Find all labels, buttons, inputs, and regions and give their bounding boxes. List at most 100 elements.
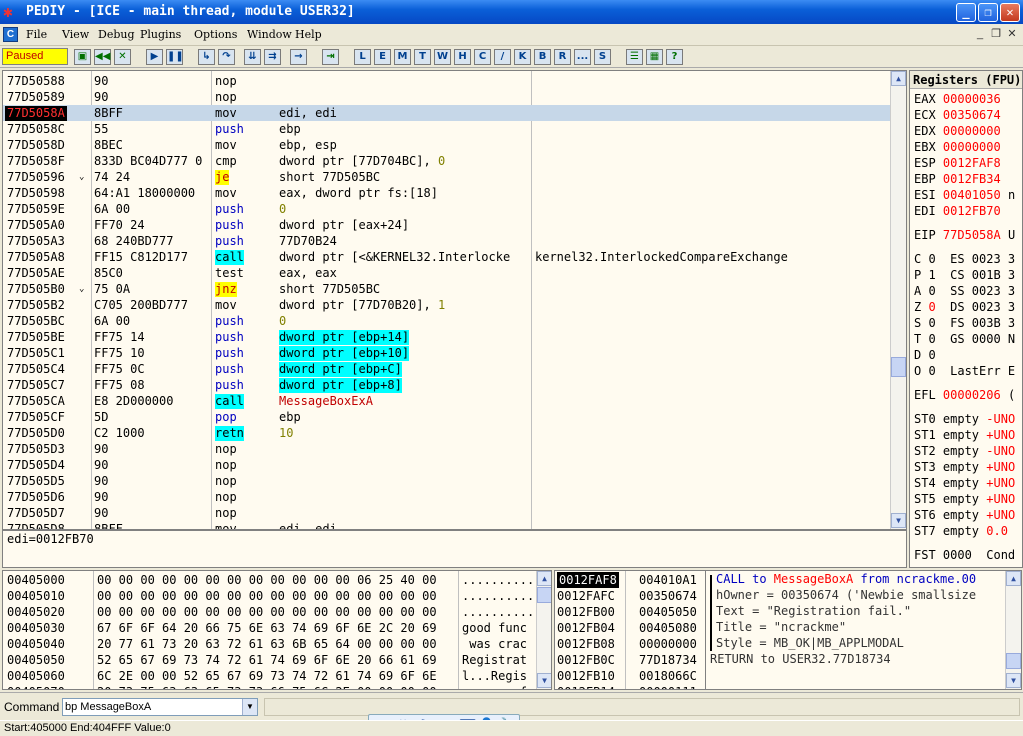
trace-over-icon[interactable]: ⇉ — [264, 49, 281, 65]
stack-address[interactable]: 0012FAF8 — [557, 572, 619, 588]
mdi-minimize-button[interactable]: _ — [972, 26, 988, 42]
stack-address[interactable]: 0012FB04 — [557, 620, 615, 636]
stack-address[interactable]: 0012FAFC — [557, 588, 615, 604]
disasm-row[interactable]: 77D5058D 8BEC mov ebp, esp — [3, 137, 891, 153]
disasm-row[interactable]: 77D505D7 90 nop — [3, 505, 891, 521]
toolbar-slash-button[interactable]: / — [494, 49, 511, 65]
goto-icon[interactable]: ⇥ — [322, 49, 339, 65]
stack-address[interactable]: 0012FB0C — [557, 652, 615, 668]
disasm-row[interactable]: 77D505D0 C2 1000 retn 10 — [3, 425, 891, 441]
command-dropdown-icon[interactable]: ▼ — [242, 699, 257, 715]
pause-icon[interactable]: ❚❚ — [166, 49, 184, 65]
disassembly-pane[interactable]: 77D50588 90 nop 77D50589 90 nop 77D5058A 8BFF mo… — [2, 70, 907, 530]
fpu-row[interactable]: ST5 empty +UNO — [914, 491, 1015, 507]
disasm-row[interactable]: 77D505A8 FF15 C812D177 call dword ptr [<&KE… — [3, 249, 891, 265]
disasm-row[interactable]: 77D505A0 FF70 24 push dword ptr [eax+24] — [3, 217, 891, 233]
stack-scroll-down-icon[interactable]: ▼ — [1006, 673, 1021, 688]
disasm-row[interactable]: 77D505D6 90 nop — [3, 489, 891, 505]
fpu-row[interactable]: ST4 empty +UNO — [914, 475, 1015, 491]
stack-address[interactable]: 0012FB08 — [557, 636, 615, 652]
toolbar-dots-button[interactable]: ... — [574, 49, 591, 65]
disasm-row[interactable]: 77D505C4 FF75 0C push dword ptr [ebp+C] — [3, 361, 891, 377]
restart-icon[interactable]: ◀◀ — [94, 49, 111, 65]
disasm-row[interactable]: 77D505AE 85C0 test eax, eax — [3, 265, 891, 281]
toolbar-S-button[interactable]: S — [594, 49, 611, 65]
command-input[interactable]: bp MessageBoxA — [62, 698, 258, 716]
disasm-row[interactable]: 77D5058C 55 push ebp — [3, 121, 891, 137]
stack-address[interactable]: 0012FB00 — [557, 604, 615, 620]
grid-icon[interactable]: ▦ — [646, 49, 663, 65]
toolbar-H-button[interactable]: H — [454, 49, 471, 65]
fpu-row[interactable]: ST3 empty +UNO — [914, 459, 1015, 475]
flag-row[interactable]: Z 0 DS 0023 3 — [914, 299, 1015, 315]
disasm-row[interactable]: 77D505BC 6A 00 push 0 — [3, 313, 891, 329]
hex-dump-pane[interactable]: 00405000 00 00 00 00 00 00 00 00 00 00 00… — [2, 570, 552, 690]
disasm-row[interactable]: 77D50596 ⌄ 74 24 je short 77D505BC — [3, 169, 891, 185]
trace-into-icon[interactable]: ⇊ — [244, 49, 261, 65]
close-button[interactable]: ✕ — [1000, 3, 1020, 22]
registers-pane[interactable]: Registers (FPU) EAX 00000036 ECX 0035067… — [909, 70, 1023, 568]
menu-plugins[interactable]: Plugins — [140, 28, 181, 41]
dump-scroll-up-icon[interactable]: ▲ — [537, 571, 551, 586]
disasm-row[interactable]: 77D505D8 8BFF mov edi, edi — [3, 521, 891, 529]
toolbar-C-button[interactable]: C — [474, 49, 491, 65]
register-row[interactable]: EBP 0012FB34 — [914, 171, 1008, 187]
menu-debug[interactable]: Debug — [98, 28, 135, 41]
dump-scrollbar[interactable]: ▲ ▼ — [536, 571, 551, 689]
disasm-row[interactable]: 77D505B0 ⌄ 75 0A jnz short 77D505BC — [3, 281, 891, 297]
flag-row[interactable]: C 0 ES 0023 3 — [914, 251, 1015, 267]
disasm-row[interactable]: 77D50589 90 nop — [3, 89, 891, 105]
minimize-button[interactable]: _ — [956, 3, 976, 22]
toolbar-M-button[interactable]: M — [394, 49, 411, 65]
disasm-row[interactable]: 77D505CF 5D pop ebp — [3, 409, 891, 425]
register-row[interactable]: EBX 00000000 — [914, 139, 1008, 155]
fpu-row[interactable]: ST1 empty +UNO — [914, 427, 1015, 443]
stack-address[interactable]: 0012FB10 — [557, 668, 615, 684]
toolbar-W-button[interactable]: W — [434, 49, 451, 65]
register-row[interactable]: EDI 0012FB70 — [914, 203, 1008, 219]
execute-till-return-icon[interactable]: → — [290, 49, 307, 65]
step-over-icon[interactable]: ↷ — [218, 49, 235, 65]
list-icon[interactable]: ☰ — [626, 49, 643, 65]
maximize-button[interactable]: ❐ — [978, 3, 998, 22]
toolbar-K-button[interactable]: K — [514, 49, 531, 65]
menu-file[interactable]: File — [26, 28, 47, 41]
register-row[interactable]: ESP 0012FAF8 — [914, 155, 1008, 171]
flag-row[interactable]: O 0 LastErr E — [914, 363, 1015, 379]
stack-scroll-up-icon[interactable]: ▲ — [1006, 571, 1021, 586]
disasm-row[interactable]: 77D505D4 90 nop — [3, 457, 891, 473]
register-row[interactable]: EAX 00000036 — [914, 91, 1008, 107]
disasm-row[interactable]: 77D505C7 FF75 08 push dword ptr [ebp+8] — [3, 377, 891, 393]
disasm-row[interactable]: 77D5058F 833D BC04D777 0 cmp dword ptr [77D… — [3, 153, 891, 169]
stack-address[interactable]: 0012FB14 — [557, 684, 615, 689]
flag-row[interactable]: A 0 SS 0023 3 — [914, 283, 1015, 299]
disasm-row[interactable]: 77D505CA E8 2D000000 call MessageBoxExA — [3, 393, 891, 409]
disasm-row[interactable]: 77D505D5 90 nop — [3, 473, 891, 489]
toolbar-T-button[interactable]: T — [414, 49, 431, 65]
dump-scroll-down-icon[interactable]: ▼ — [537, 673, 551, 688]
flag-row[interactable]: S 0 FS 003B 3 — [914, 315, 1015, 331]
stack-pane[interactable]: 0012FAF8 004010A1 0012FAFC 00350674 0012FB00… — [554, 570, 706, 690]
stack-scrollbar[interactable]: ▲ ▼ — [1005, 571, 1021, 689]
register-row[interactable]: EFL 00000206 ( — [914, 387, 1015, 403]
register-row[interactable]: EDX 00000000 — [914, 123, 1008, 139]
menu-help[interactable]: Help — [295, 28, 322, 41]
register-row[interactable]: EIP 77D5058A U — [914, 227, 1015, 243]
flag-row[interactable]: T 0 GS 0000 N — [914, 331, 1015, 347]
disasm-row[interactable]: 77D50598 64:A1 18000000 mov eax, dword ptr … — [3, 185, 891, 201]
menu-window[interactable]: Window — [247, 28, 292, 41]
register-row[interactable]: ECX 00350674 — [914, 107, 1008, 123]
disassembly-scrollbar[interactable]: ▲ ▼ — [890, 71, 906, 529]
dump-scroll-thumb[interactable] — [537, 587, 551, 603]
fst-row[interactable]: FST 0000 Cond — [914, 547, 1015, 563]
disasm-row[interactable]: 77D505BE FF75 14 push dword ptr [ebp+14] — [3, 329, 891, 345]
scroll-down-icon[interactable]: ▼ — [891, 513, 906, 528]
step-into-icon[interactable]: ↳ — [198, 49, 215, 65]
scroll-thumb[interactable] — [891, 357, 906, 377]
menu-view[interactable]: View — [62, 28, 89, 41]
scroll-up-icon[interactable]: ▲ — [891, 71, 906, 86]
toolbar-E-button[interactable]: E — [374, 49, 391, 65]
fpu-row[interactable]: ST2 empty -UNO — [914, 443, 1015, 459]
register-row[interactable]: ESI 00401050 n — [914, 187, 1015, 203]
mdi-restore-button[interactable]: ❐ — [988, 26, 1004, 42]
